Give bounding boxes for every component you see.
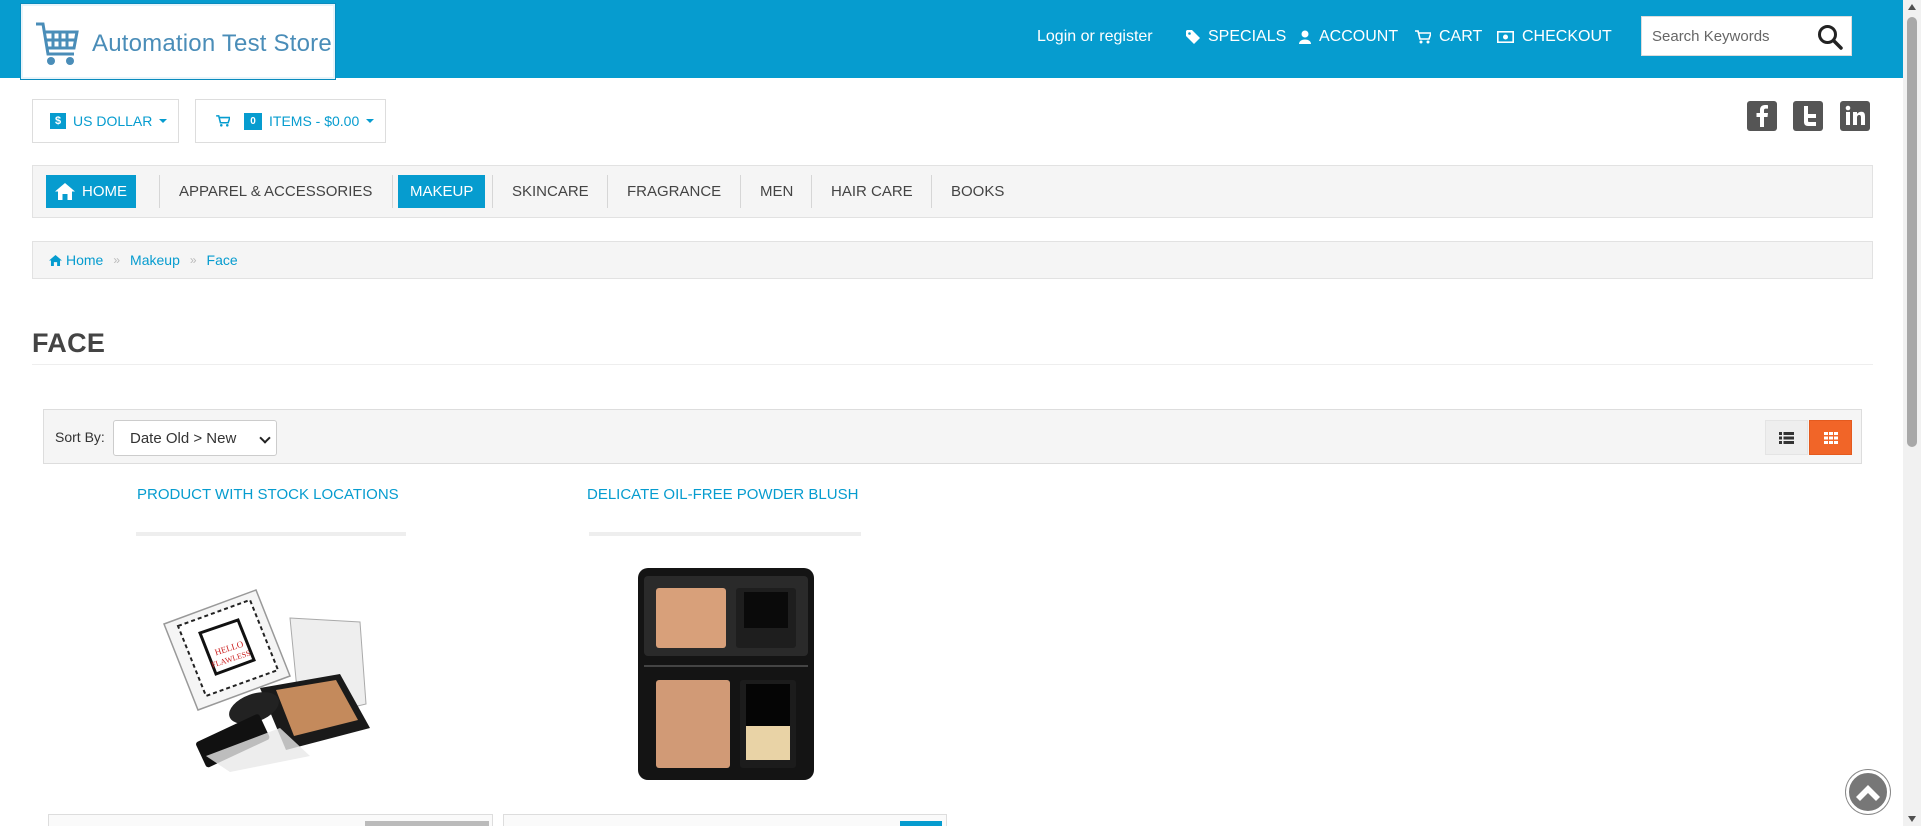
cart-icon xyxy=(216,115,230,127)
breadcrumb-makeup-link[interactable]: Makeup xyxy=(130,252,180,268)
home-icon xyxy=(55,183,75,200)
currency-dropdown[interactable]: $ US DOLLAR xyxy=(32,99,179,143)
grid-view-button[interactable] xyxy=(1809,420,1852,455)
product-divider xyxy=(136,532,406,536)
menu-divider xyxy=(931,175,932,208)
double-chevron-right-icon: » xyxy=(113,253,121,267)
breadcrumb: Home » Makeup » Face xyxy=(32,241,1873,279)
menu-item-hair-care[interactable]: HAIR CARE xyxy=(819,175,925,208)
grid-icon xyxy=(1823,431,1838,444)
sort-toolbar: Sort By: Date Old > New xyxy=(43,409,1862,464)
product-card-footer xyxy=(503,814,947,826)
search-box xyxy=(1641,16,1852,56)
checkout-label: CHECKOUT xyxy=(1522,28,1612,45)
login-register-link[interactable]: Login or register xyxy=(1037,28,1153,46)
title-divider xyxy=(32,364,1873,365)
cart-icon xyxy=(1415,30,1431,44)
cart-dropdown[interactable]: 0 ITEMS - $0.00 xyxy=(195,99,386,143)
checkout-link[interactable]: CHECKOUT xyxy=(1497,28,1612,46)
menu-item-fragrance[interactable]: FRAGRANCE xyxy=(615,175,733,208)
tag-icon xyxy=(1186,30,1200,44)
menu-divider xyxy=(740,175,741,208)
shopping-cart-logo-icon xyxy=(36,22,79,65)
double-chevron-right-icon: » xyxy=(189,253,197,267)
list-icon xyxy=(1779,431,1794,444)
product-image[interactable] xyxy=(636,566,816,782)
menu-item-books[interactable]: BOOKS xyxy=(939,175,1016,208)
cart-count-badge: 0 xyxy=(244,112,262,130)
specials-link[interactable]: SPECIALS xyxy=(1186,28,1286,46)
scroll-up-arrow-icon[interactable] xyxy=(1908,4,1916,10)
price-bar xyxy=(365,821,489,826)
product-title-link[interactable]: DELICATE OIL-FREE POWDER BLUSH xyxy=(587,486,858,503)
menu-divider xyxy=(159,175,160,208)
page-title: FACE xyxy=(32,328,106,358)
currency-symbol-badge: $ xyxy=(50,113,66,129)
breadcrumb-home-link[interactable]: Home xyxy=(66,252,103,268)
twitter-icon[interactable] xyxy=(1793,101,1823,131)
user-icon xyxy=(1299,30,1311,44)
account-label: ACCOUNT xyxy=(1319,28,1399,45)
cart-link[interactable]: CART xyxy=(1415,28,1482,46)
store-name: Automation Test Store xyxy=(92,30,332,57)
add-to-cart-button[interactable] xyxy=(900,821,942,826)
menu-divider xyxy=(392,175,393,208)
cart-summary-label: ITEMS - $0.00 xyxy=(269,113,360,129)
chevron-down-icon xyxy=(159,119,168,123)
home-icon xyxy=(49,254,62,266)
money-icon xyxy=(1497,31,1514,43)
menu-item-apparel[interactable]: APPAREL & ACCESSORIES xyxy=(167,175,384,208)
currency-label: US DOLLAR xyxy=(73,113,153,129)
chevron-up-icon xyxy=(1856,785,1880,801)
linkedin-icon[interactable] xyxy=(1840,101,1870,131)
sort-selected-value: Date Old > New xyxy=(130,429,237,447)
list-view-button[interactable] xyxy=(1765,420,1808,455)
menu-item-makeup[interactable]: MAKEUP xyxy=(398,175,486,208)
product-card-footer xyxy=(48,814,493,826)
main-menu: HOME APPAREL & ACCESSORIES MAKEUP SKINCA… xyxy=(32,165,1873,218)
sort-select[interactable]: Date Old > New xyxy=(113,420,277,456)
menu-divider xyxy=(811,175,812,208)
account-link[interactable]: ACCOUNT xyxy=(1299,28,1398,46)
chevron-down-icon xyxy=(366,119,375,123)
menu-divider xyxy=(607,175,608,208)
menu-home-label: HOME xyxy=(82,183,127,200)
menu-item-home[interactable]: HOME xyxy=(46,175,136,208)
sort-label: Sort By: xyxy=(55,429,105,445)
store-logo[interactable]: Automation Test Store xyxy=(20,3,336,80)
product-title-link[interactable]: PRODUCT WITH STOCK LOCATIONS xyxy=(137,486,399,503)
cart-label: CART xyxy=(1439,28,1483,45)
specials-label: SPECIALS xyxy=(1208,28,1287,45)
page-scrollbar[interactable] xyxy=(1903,0,1921,826)
menu-divider xyxy=(492,175,493,208)
back-to-top-button[interactable] xyxy=(1846,770,1890,814)
search-icon[interactable] xyxy=(1817,24,1843,50)
menu-item-men[interactable]: MEN xyxy=(748,175,805,208)
product-divider xyxy=(589,532,861,536)
product-image[interactable]: HELLO FLAWLESS xyxy=(160,578,385,772)
chevron-down-icon xyxy=(259,432,271,444)
scroll-down-arrow-icon[interactable] xyxy=(1908,816,1916,822)
scroll-thumb[interactable] xyxy=(1907,17,1917,447)
menu-item-skincare[interactable]: SKINCARE xyxy=(500,175,601,208)
facebook-icon[interactable] xyxy=(1747,101,1777,131)
breadcrumb-face-link[interactable]: Face xyxy=(207,252,238,268)
top-header: Automation Test Store Login or register … xyxy=(0,0,1903,80)
search-input[interactable] xyxy=(1642,17,1842,55)
